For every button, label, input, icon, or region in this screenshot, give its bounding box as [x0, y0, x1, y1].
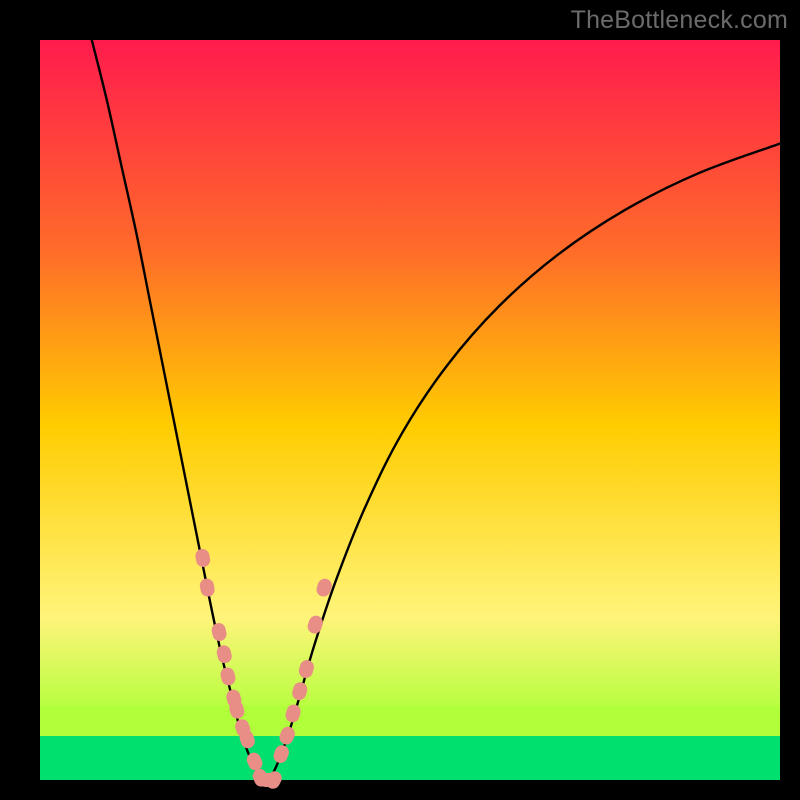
watermark-text: TheBottleneck.com: [571, 6, 788, 35]
marker-left-markers: [215, 644, 233, 665]
marker-right-markers: [291, 681, 309, 702]
marker-right-markers: [272, 743, 291, 765]
marker-right-markers: [306, 614, 325, 635]
marker-right-markers: [284, 703, 303, 724]
curve-right-arm: [269, 144, 780, 780]
marker-left-markers: [219, 666, 237, 687]
plot-area: [40, 40, 780, 780]
marker-right-markers: [277, 725, 296, 747]
curve-layer: [40, 40, 780, 780]
marker-left-markers: [199, 577, 216, 597]
chart-frame: TheBottleneck.com: [0, 0, 800, 800]
marker-right-markers: [297, 658, 315, 679]
marker-left-markers: [210, 622, 227, 643]
marker-right-markers: [264, 769, 285, 791]
curve-left-arm: [92, 40, 261, 780]
marker-left-markers: [194, 548, 211, 568]
